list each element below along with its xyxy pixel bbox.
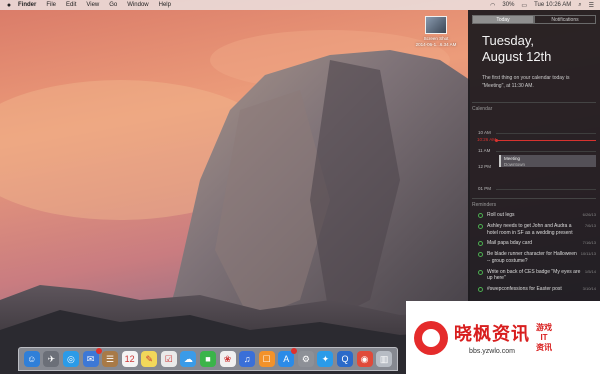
watermark-logo-icon	[414, 320, 448, 355]
reminder-date: 1/5/14	[584, 268, 596, 274]
tab-notifications[interactable]: Notifications	[534, 15, 596, 24]
reminders-icon[interactable]: ☑	[160, 351, 177, 367]
watermark-url: bbs.yzwlo.com	[469, 348, 515, 355]
reminder-date: 6/26/13	[582, 212, 596, 217]
watermark-side: 游戏 IT 资讯	[536, 323, 552, 353]
reminder-item[interactable]: Ashley needs to get John and Audra a hot…	[468, 221, 600, 239]
menu-clock[interactable]: Tue 10:26 AM	[534, 2, 571, 8]
menu-go[interactable]: Go	[109, 2, 117, 8]
finder-icon[interactable]: ☺	[23, 351, 40, 367]
calendar-section-label: Calendar	[472, 106, 493, 112]
tab-today[interactable]: Today	[472, 15, 534, 24]
app-store-icon[interactable]: A	[278, 348, 298, 367]
facetime-icon[interactable]: ■	[199, 351, 216, 367]
reminders-list: Roll out legs 6/26/13 Ashley needs to ge…	[468, 210, 600, 295]
reminder-text: Ashley needs to get John and Audra a hot…	[487, 222, 573, 236]
reminder-checkbox[interactable]	[478, 287, 483, 292]
itunes-icon[interactable]: ♫	[239, 351, 256, 367]
hour-line	[496, 151, 596, 152]
wifi-icon[interactable]: ◠	[490, 2, 495, 9]
menu-window[interactable]: Window	[127, 2, 148, 8]
reminder-text: Be blade runner character for Halloween …	[487, 251, 577, 264]
watermark-text: 晓枫资讯 bbs.yzwlo.com	[454, 320, 530, 355]
hour-line	[496, 189, 596, 190]
messages-icon[interactable]: ☁	[180, 351, 197, 367]
today-summary: The first thing on your calendar today i…	[482, 75, 570, 89]
watermark-side-top: 游戏	[536, 322, 552, 332]
spotlight-icon[interactable]: ⌕	[578, 2, 581, 9]
quicktime-icon[interactable]: Q	[337, 351, 354, 367]
reminder-checkbox[interactable]	[478, 252, 483, 257]
menu-file[interactable]: File	[46, 2, 56, 8]
mail-icon[interactable]: ✉	[82, 348, 102, 367]
watermark-side-bottom: 资讯	[536, 342, 552, 352]
reminder-date: 7/6/13	[584, 222, 596, 228]
reminder-text: Mail papa bday card	[487, 240, 533, 247]
system-preferences-icon[interactable]: ⚙	[297, 351, 314, 367]
calendar-icon[interactable]: 12	[121, 351, 138, 367]
reminder-text: Roll out legs	[487, 212, 515, 218]
reminder-item[interactable]: #swepconfessions for Easter post 3/10/14	[468, 284, 600, 295]
desktop-file[interactable]: Screen Shot 2014-06-1...6.34 AM	[412, 16, 460, 47]
reminder-checkbox[interactable]	[478, 269, 483, 275]
watermark: 晓枫资讯 bbs.yzwlo.com 游戏 IT 资讯	[406, 301, 600, 374]
reminder-text: Write on back of CES badge "My eyes are …	[487, 268, 581, 282]
divider	[472, 102, 596, 103]
event-location: Downtown	[504, 161, 526, 167]
trash-icon[interactable]: ▥	[376, 351, 393, 367]
file-date: 2014-06-1...6.34 AM	[415, 41, 457, 47]
time-label: 01 PM	[478, 186, 492, 191]
current-time-label: 10:26 AM	[477, 137, 497, 142]
calendar-event[interactable]: Meeting Downtown	[499, 155, 596, 167]
reminder-date: 3/10/14	[582, 286, 596, 291]
photos-icon[interactable]: ❀	[219, 351, 236, 367]
menu-extras: ◠ 30% ▭ Tue 10:26 AM ⌕ ☰	[490, 2, 600, 9]
hour-line	[496, 133, 596, 134]
reminder-item[interactable]: Write on back of CES badge "My eyes are …	[468, 267, 600, 285]
twitter-icon[interactable]: ✦	[317, 351, 334, 367]
menu-help[interactable]: Help	[159, 2, 171, 8]
dock: ☺ ✈ ◎ ✉ ☰ 12 ✎ ☑ ☁ ■ ❀ ♫ ☐ A ⚙ ✦ Q ◉ ▥	[18, 347, 398, 371]
today-weekday: Tuesday,	[482, 33, 535, 48]
menu-view[interactable]: View	[86, 2, 99, 8]
reminder-checkbox[interactable]	[478, 213, 483, 218]
menu-bar: ● Finder File Edit View Go Window Help ◠…	[0, 0, 600, 10]
divider	[472, 198, 596, 199]
calendar-widget[interactable]: 10 AM 10:26 AM 11 AM Meeting Downtown 12…	[468, 130, 600, 202]
reminder-checkbox[interactable]	[478, 223, 483, 229]
reminder-item[interactable]: Mail papa bday card 7/16/13	[468, 238, 600, 249]
reminder-text: #swepconfessions for Easter post	[487, 286, 562, 292]
battery-percent[interactable]: 30%	[502, 2, 514, 8]
watermark-title: 晓枫资讯	[454, 324, 530, 344]
safari-icon[interactable]: ◎	[62, 351, 79, 367]
reminders-section-label: Reminders	[472, 202, 497, 208]
notes-icon[interactable]: ✎	[141, 351, 158, 367]
today-date: August 12th	[482, 49, 552, 64]
reminder-checkbox[interactable]	[478, 241, 483, 247]
reminder-item[interactable]: Roll out legs 6/26/13	[468, 210, 600, 221]
current-time-line	[496, 140, 596, 141]
file-thumbnail	[425, 16, 447, 34]
time-label: 10 AM	[478, 130, 491, 135]
reminder-item[interactable]: Be blade runner character for Halloween …	[468, 249, 600, 267]
notification-center-icon[interactable]: ☰	[589, 2, 594, 9]
nc-tabs: Today Notifications	[472, 15, 596, 24]
reminder-date: 7/16/13	[582, 240, 596, 246]
ibooks-icon[interactable]: ☐	[258, 351, 275, 367]
menu-app-name[interactable]: Finder	[18, 2, 36, 8]
contacts-icon[interactable]: ☰	[102, 351, 119, 367]
time-label: 12 PM	[478, 164, 492, 169]
menu-edit[interactable]: Edit	[66, 2, 76, 8]
watermark-side-mid: IT	[540, 332, 548, 342]
chrome-icon[interactable]: ◉	[356, 351, 373, 367]
launchpad-icon[interactable]: ✈	[43, 351, 60, 367]
battery-icon[interactable]: ▭	[521, 2, 527, 9]
notification-badge	[291, 348, 298, 354]
apple-menu-icon[interactable]: ●	[0, 2, 18, 9]
reminder-date: 10/11/13	[580, 251, 596, 256]
notification-badge	[95, 348, 102, 354]
time-label: 11 AM	[478, 148, 491, 153]
